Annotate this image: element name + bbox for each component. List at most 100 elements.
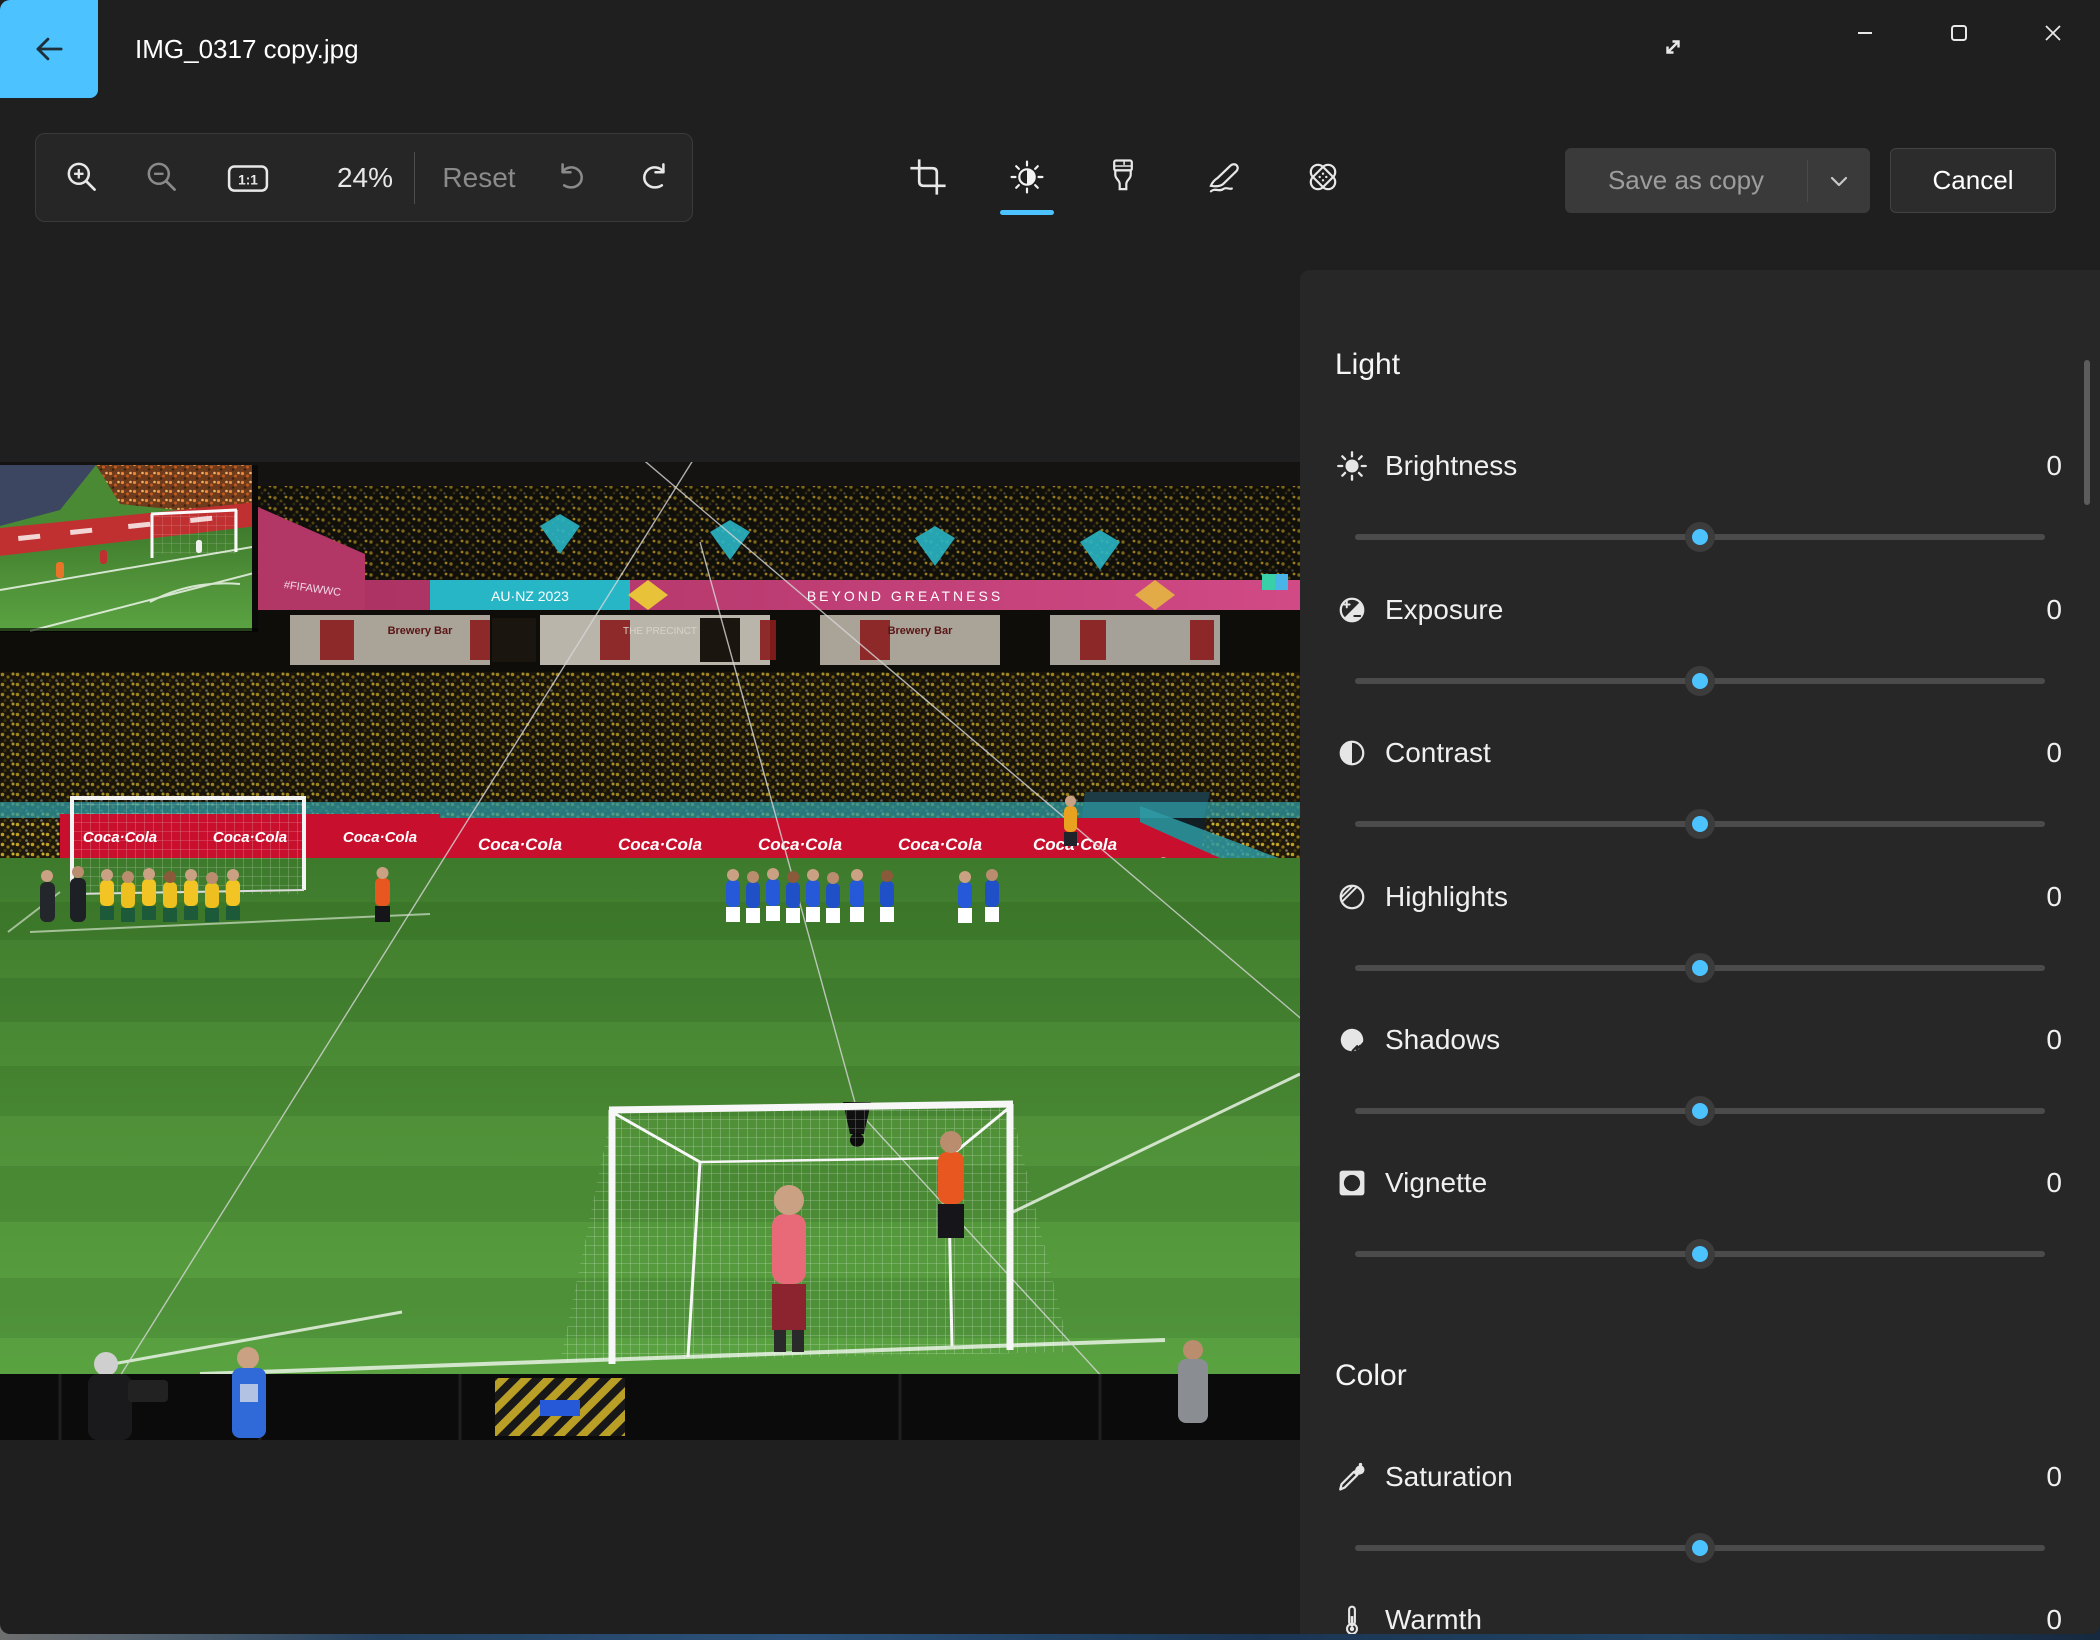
svg-text:Coca·Cola: Coca·Cola [343,829,417,846]
back-arrow-icon [27,27,71,71]
exposure-value: 0 [2046,588,2062,632]
exposure-icon [1335,593,1369,627]
tab-filter[interactable] [1091,145,1155,209]
shadows-icon [1335,1023,1369,1057]
svg-text:Brewery Bar: Brewery Bar [888,625,954,637]
close-icon [2037,17,2069,49]
contrast-slider[interactable] [1355,811,2045,837]
slider-thumb[interactable] [1685,666,1715,696]
one-to-one-icon: 1:1 [223,157,273,199]
close-button[interactable] [2022,8,2084,58]
zoom-in-button[interactable] [60,134,106,221]
saturation-slider[interactable] [1355,1535,2045,1561]
save-as-copy-button[interactable]: Save as copy [1565,148,1870,213]
svg-text:Coca·Cola: Coca·Cola [618,835,702,854]
redo-icon [634,157,676,199]
zoom-out-button[interactable] [140,134,186,221]
warmth-icon [1335,1603,1369,1634]
vignette-value: 0 [2046,1161,2062,1205]
exposure-label: Exposure [1385,594,1503,626]
redo-button[interactable] [632,134,678,221]
zoom-toolbar: 1:1 24% Reset [35,133,693,222]
tab-retouch[interactable] [1291,145,1355,209]
svg-text:Coca·Cola: Coca·Cola [478,835,562,854]
contrast-icon [1335,736,1369,770]
near-goal [560,1104,1070,1364]
retouch-bandage-icon [1301,155,1345,199]
fullscreen-icon [1653,27,1693,67]
svg-text:Coca·Cola: Coca·Cola [758,835,842,854]
undo-icon [550,157,592,199]
slider-row-vignette: Vignette 0 [1335,1161,2062,1281]
exposure-slider[interactable] [1355,668,2045,694]
crop-icon [906,155,950,199]
shadows-value: 0 [2046,1018,2062,1062]
shadows-label: Shadows [1385,1024,1500,1056]
zoom-in-icon [62,157,104,199]
warmth-value: 0 [2046,1598,2062,1634]
save-as-copy-label: Save as copy [1565,165,1807,196]
zoom-percent: 24% [324,134,406,221]
slider-thumb[interactable] [1685,1239,1715,1269]
reset-button[interactable]: Reset [434,134,524,221]
vignette-slider[interactable] [1355,1241,2045,1267]
vignette-label: Vignette [1385,1167,1487,1199]
adjustment-sun-icon [1005,155,1049,199]
adjustment-panel: Light Brightness 0 [1300,270,2100,1634]
shadows-slider[interactable] [1355,1098,2045,1124]
actual-size-button[interactable]: 1:1 [219,134,277,221]
cancel-button[interactable]: Cancel [1890,148,2056,213]
file-title: IMG_0317 copy.jpg [135,0,359,98]
slider-row-shadows: Shadows 0 [1335,1018,2062,1138]
svg-text:1:1: 1:1 [238,172,258,187]
highlights-icon [1335,880,1369,914]
slider-row-exposure: Exposure 0 [1335,588,2062,708]
slider-thumb[interactable] [1685,809,1715,839]
markup-pen-icon [1201,155,1245,199]
slider-row-warmth: Warmth 0 [1335,1598,2062,1634]
svg-text:Brewery Bar: Brewery Bar [388,625,454,637]
warmth-label: Warmth [1385,1604,1482,1634]
filter-brush-icon [1101,155,1145,199]
highlights-value: 0 [2046,875,2062,919]
slider-thumb[interactable] [1685,953,1715,983]
slider-thumb[interactable] [1685,1096,1715,1126]
save-options-dropdown[interactable] [1808,148,1870,213]
highlights-label: Highlights [1385,881,1508,913]
photos-app-window: IMG_0317 copy.jpg [0,0,2100,1634]
tab-crop[interactable] [896,145,960,209]
light-section-header: Light [1335,348,1400,382]
panel-scrollbar[interactable] [2084,360,2090,505]
undo-button[interactable] [548,134,594,221]
tab-adjustment[interactable] [995,145,1059,209]
stadium-screen-inset [0,465,258,632]
slider-row-saturation: Saturation 0 [1335,1455,2062,1575]
contrast-value: 0 [2046,731,2062,775]
maximize-icon [1943,17,1975,49]
slider-thumb[interactable] [1685,522,1715,552]
minimize-icon [1849,17,1881,49]
photo-canvas[interactable]: #FIFAWWC AU·NZ 2023 BEYOND GREATNESS [0,462,1300,1440]
highlights-slider[interactable] [1355,955,2045,981]
color-section-header: Color [1335,1359,1407,1393]
minimize-button[interactable] [1834,8,1896,58]
back-button[interactable] [0,0,98,98]
slider-row-highlights: Highlights 0 [1335,875,2062,995]
selected-tab-indicator [1000,210,1054,215]
brightness-value: 0 [2046,444,2062,488]
contrast-label: Contrast [1385,737,1491,769]
saturation-label: Saturation [1385,1461,1513,1493]
brightness-slider[interactable] [1355,524,2045,550]
svg-text:THE PRECINCT: THE PRECINCT [623,626,697,637]
slider-row-brightness: Brightness 0 [1335,444,2062,564]
zoom-out-icon [142,157,184,199]
slider-row-contrast: Contrast 0 [1335,731,2062,851]
slider-thumb[interactable] [1685,1533,1715,1563]
fullscreen-button[interactable] [1642,18,1704,76]
tab-markup[interactable] [1191,145,1255,209]
toolbar-divider [414,152,415,204]
saturation-icon [1335,1460,1369,1494]
chevron-down-icon [1824,166,1854,196]
cancel-label: Cancel [1933,165,2014,196]
maximize-button[interactable] [1928,8,1990,58]
